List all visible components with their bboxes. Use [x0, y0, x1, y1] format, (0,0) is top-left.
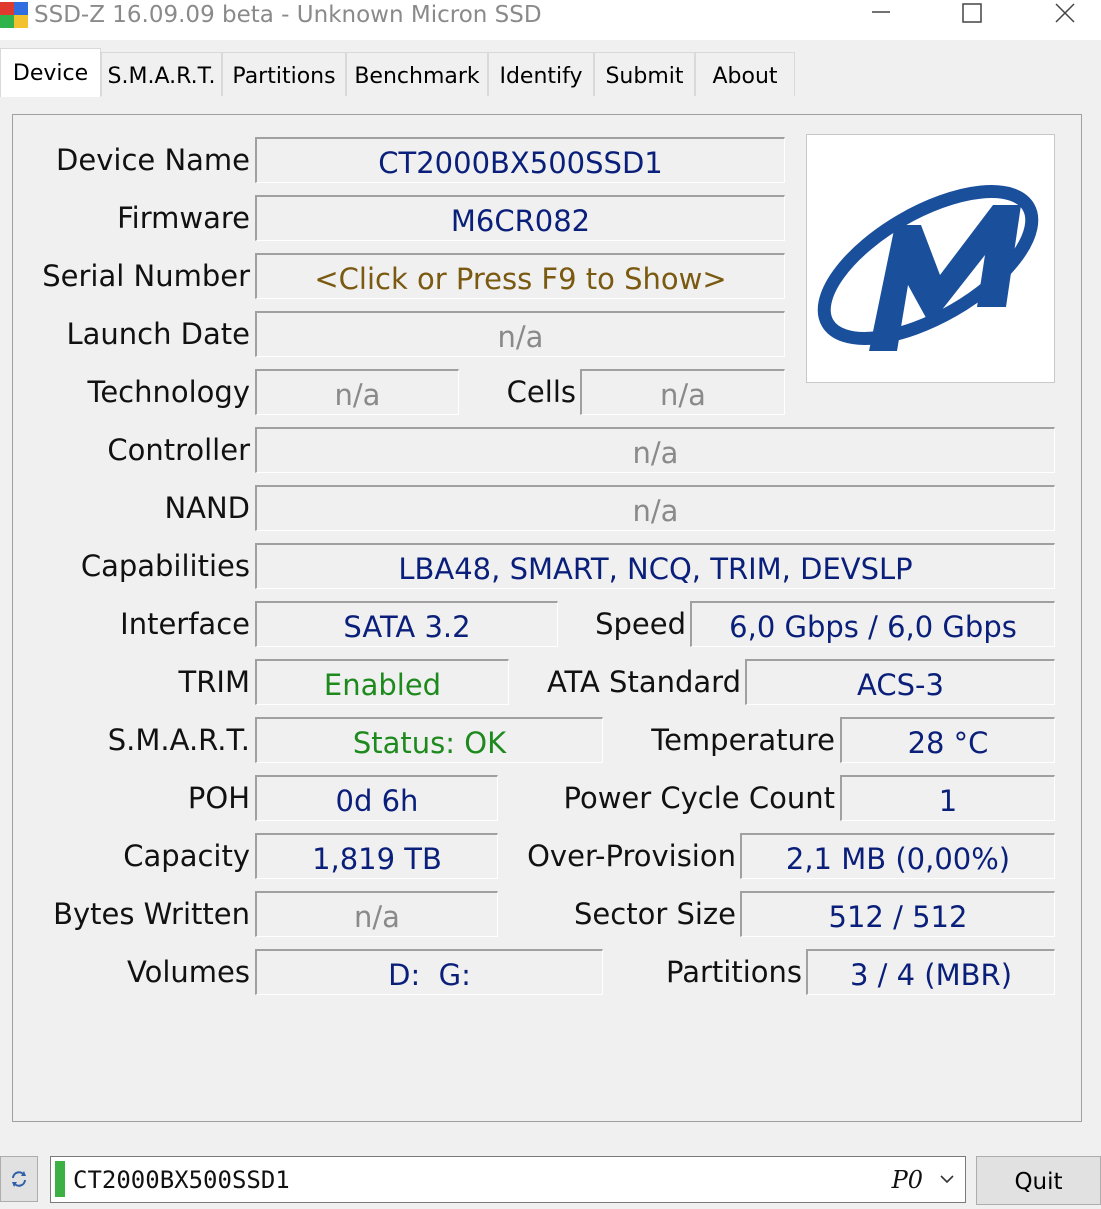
temperature-value: 28 °C [840, 717, 1055, 763]
refresh-button[interactable] [0, 1156, 38, 1202]
speed-value: 6,0 Gbps / 6,0 Gbps [690, 601, 1055, 647]
launch-date-value: n/a [255, 311, 785, 357]
tab-identify[interactable]: Identify [488, 52, 594, 96]
power-cycle-count-value: 1 [840, 775, 1055, 821]
maximize-button[interactable] [949, 0, 995, 30]
title-bar: SSD-Z 16.09.09 beta - Unknown Micron SSD [0, 0, 1101, 40]
nand-label: NAND [164, 491, 250, 525]
ata-standard-value: ACS-3 [745, 659, 1055, 705]
capacity-value: 1,819 TB [255, 833, 498, 879]
micron-logo [806, 134, 1055, 383]
app-icon [0, 2, 28, 28]
micron-logo-icon [817, 185, 1039, 351]
technology-label: Technology [87, 375, 250, 409]
tab-benchmark[interactable]: Benchmark [346, 52, 488, 96]
device-name-label: Device Name [56, 143, 250, 177]
volumes-label: Volumes [127, 955, 250, 989]
cells-label: Cells [506, 375, 576, 409]
partitions-label: Partitions [666, 955, 802, 989]
over-provision-value: 2,1 MB (0,00%) [740, 833, 1055, 879]
serial-number-value[interactable]: <Click or Press F9 to Show> [255, 253, 785, 299]
close-button[interactable] [1042, 0, 1088, 30]
chevron-down-icon[interactable] [937, 1169, 957, 1189]
bytes-written-value: n/a [255, 891, 498, 937]
power-cycle-count-label: Power Cycle Count [563, 781, 836, 815]
capabilities-label: Capabilities [80, 549, 250, 583]
launch-date-label: Launch Date [66, 317, 250, 351]
refresh-icon [12, 1171, 26, 1187]
trim-label: TRIM [178, 665, 250, 699]
device-name-value: CT2000BX500SSD1 [255, 137, 785, 183]
partitions-value: 3 / 4 (MBR) [806, 949, 1055, 995]
serial-number-label: Serial Number [42, 259, 250, 293]
firmware-value: M6CR082 [255, 195, 785, 241]
capabilities-value: LBA48, SMART, NCQ, TRIM, DEVSLP [255, 543, 1055, 589]
interface-label: Interface [120, 607, 250, 641]
minimize-button[interactable] [858, 0, 904, 30]
tab-device[interactable]: Device [0, 48, 101, 97]
nand-value: n/a [255, 485, 1055, 531]
quit-button[interactable]: Quit [976, 1156, 1101, 1205]
drive-status-indicator [55, 1161, 65, 1197]
poh-value: 0d 6h [255, 775, 498, 821]
temperature-label: Temperature [651, 723, 835, 757]
speed-label: Speed [595, 607, 686, 641]
interface-value: SATA 3.2 [255, 601, 558, 647]
tab-partitions[interactable]: Partitions [222, 52, 346, 96]
volumes-value: D: G: [255, 949, 603, 995]
controller-value: n/a [255, 427, 1055, 473]
sector-size-value: 512 / 512 [740, 891, 1055, 937]
smart-label: S.M.A.R.T. [107, 723, 250, 757]
drive-port: P0 [891, 1166, 923, 1194]
technology-value: n/a [255, 369, 459, 415]
over-provision-label: Over-Provision [527, 839, 736, 873]
drive-select-value: CT2000BX500SSD1 [73, 1166, 290, 1194]
tab-smart[interactable]: S.M.A.R.T. [101, 52, 222, 96]
firmware-label: Firmware [117, 201, 250, 235]
bytes-written-label: Bytes Written [53, 897, 250, 931]
poh-label: POH [187, 781, 250, 815]
cells-value: n/a [580, 369, 785, 415]
drive-select[interactable]: CT2000BX500SSD1 P0 [50, 1156, 966, 1203]
sector-size-label: Sector Size [574, 897, 736, 931]
controller-label: Controller [107, 433, 250, 467]
tab-about[interactable]: About [695, 52, 795, 96]
trim-value: Enabled [255, 659, 509, 705]
capacity-label: Capacity [123, 839, 250, 873]
tab-submit[interactable]: Submit [594, 52, 695, 96]
window-title: SSD-Z 16.09.09 beta - Unknown Micron SSD [34, 2, 542, 28]
smart-status-value: Status: OK [255, 717, 603, 763]
ata-standard-label: ATA Standard [546, 665, 741, 699]
